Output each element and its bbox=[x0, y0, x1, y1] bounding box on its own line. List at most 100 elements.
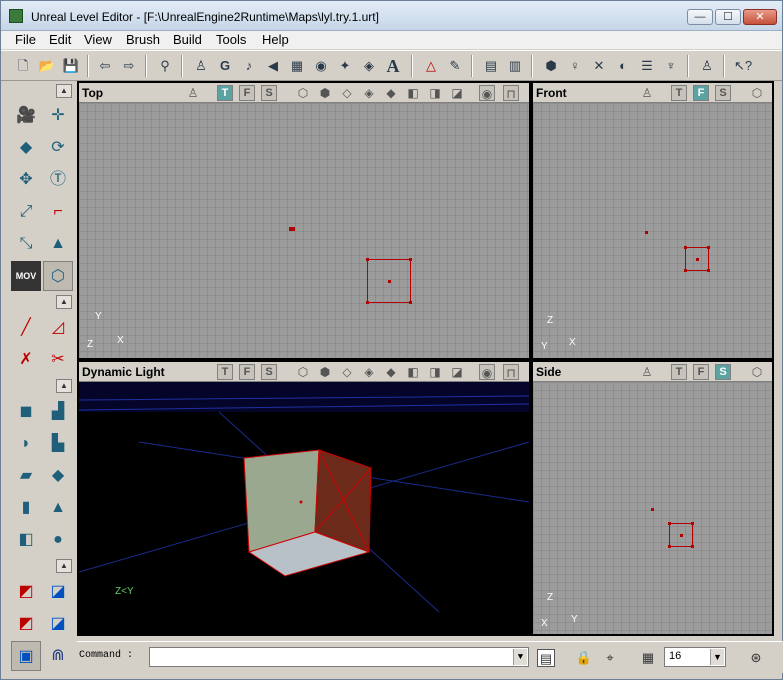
perspective-scene[interactable]: Z<Y bbox=[79, 382, 529, 634]
face-drag-icon[interactable]: ⤡ bbox=[11, 229, 41, 259]
view-side-button[interactable]: S bbox=[261, 364, 277, 380]
intersect-brush-icon[interactable]: ◩ bbox=[11, 609, 41, 639]
player-start-icon[interactable] bbox=[289, 227, 295, 231]
view-top-button[interactable]: T bbox=[671, 85, 687, 101]
collapse-icon[interactable]: ▲ bbox=[56, 379, 72, 393]
clip-flip-icon[interactable]: ✗ bbox=[11, 345, 41, 375]
maximize-button[interactable]: ☐ bbox=[715, 9, 741, 25]
view-front-button[interactable]: F bbox=[693, 85, 709, 101]
cone-icon[interactable]: ▲ bbox=[43, 493, 73, 523]
depth-icon[interactable]: ◧ bbox=[405, 85, 421, 101]
show-icon[interactable]: ◉ bbox=[479, 364, 495, 380]
spiral-stairs-icon[interactable]: ▙ bbox=[43, 429, 73, 459]
redo-icon[interactable]: ⇨ bbox=[119, 56, 139, 76]
shaded-icon[interactable]: ◆ bbox=[383, 364, 399, 380]
stairs-icon[interactable]: ▟ bbox=[43, 397, 73, 427]
clip-delete-icon[interactable]: ✂ bbox=[43, 345, 73, 375]
mesh-icon[interactable]: ◉ bbox=[311, 56, 331, 76]
viewport-side[interactable]: Side ♙ T F S ⬡ Z Y X bbox=[531, 360, 774, 636]
view-top-button[interactable]: T bbox=[217, 85, 233, 101]
open-icon[interactable]: 📂 bbox=[37, 56, 57, 76]
show-hide-icon[interactable]: ⋒ bbox=[43, 641, 73, 671]
texture-icon[interactable]: ▦ bbox=[287, 56, 307, 76]
view-side-button[interactable]: S bbox=[261, 85, 277, 101]
grid-icon[interactable]: ▦ bbox=[639, 649, 657, 667]
brush-clip-icon[interactable]: ⤢ bbox=[11, 197, 41, 227]
menu-build[interactable]: Build bbox=[173, 32, 202, 47]
close-button[interactable]: ✕ bbox=[743, 9, 777, 25]
build-paths-icon[interactable]: ▤ bbox=[481, 56, 501, 76]
clip-icon[interactable]: ╱ bbox=[11, 313, 41, 343]
chevron-down-icon[interactable]: ▼ bbox=[513, 649, 527, 665]
plane-icon[interactable]: ◆ bbox=[43, 461, 73, 491]
grid-size-select[interactable]: 16 ▼ bbox=[664, 647, 726, 667]
texture-view-icon[interactable]: ◇ bbox=[339, 364, 355, 380]
lighting-view-icon[interactable]: ◈ bbox=[361, 85, 377, 101]
camera-mode-icon[interactable]: 🎥 bbox=[11, 101, 41, 131]
select-mode-icon[interactable]: ▣ bbox=[11, 641, 41, 671]
viewport-top[interactable]: Top ♙ T F S ⬡ ⬢ ◇ ◈ ◆ ◧ ◨ ◪ ◉ ⊓ Y X Z bbox=[77, 81, 531, 360]
chevron-down-icon[interactable]: ▼ bbox=[710, 649, 724, 665]
view-side-button[interactable]: S bbox=[715, 364, 731, 380]
brush-view-icon[interactable]: ◪ bbox=[449, 85, 465, 101]
play-icon[interactable]: ♙ bbox=[697, 56, 717, 76]
minimize-button[interactable]: — bbox=[687, 9, 713, 25]
view-front-button[interactable]: F bbox=[693, 364, 709, 380]
wireframe-icon[interactable]: ⬡ bbox=[749, 364, 765, 380]
log-icon[interactable]: ▤ bbox=[537, 649, 555, 667]
texture-pan-icon[interactable]: ✥ bbox=[11, 165, 41, 195]
wireframe-icon[interactable]: ⬡ bbox=[749, 85, 765, 101]
depth-icon[interactable]: ◧ bbox=[405, 364, 421, 380]
sound-icon[interactable]: ♪ bbox=[239, 56, 259, 76]
view-top-button[interactable]: T bbox=[217, 364, 233, 380]
command-input[interactable]: ▼ bbox=[149, 647, 529, 667]
build-geometry-icon[interactable]: △ bbox=[421, 56, 441, 76]
builder-brush[interactable] bbox=[366, 258, 412, 304]
grid-area[interactable]: Y X Z bbox=[79, 103, 529, 358]
view-front-button[interactable]: F bbox=[239, 85, 255, 101]
collapse-icon[interactable]: ▲ bbox=[56, 559, 72, 573]
bulb-icon[interactable]: ♆ bbox=[661, 56, 681, 76]
wireframe-icon[interactable]: ⬡ bbox=[295, 364, 311, 380]
path-icon[interactable]: ✕ bbox=[589, 56, 609, 76]
texture-rotate-icon[interactable]: Ⓣ bbox=[43, 165, 73, 195]
wireframe-icon[interactable]: ⬡ bbox=[295, 85, 311, 101]
cube-icon[interactable]: ⬢ bbox=[541, 56, 561, 76]
grid-area[interactable]: Z Y X bbox=[533, 382, 772, 634]
view-top-button[interactable]: T bbox=[671, 364, 687, 380]
save-icon[interactable]: 💾 bbox=[61, 56, 81, 76]
polygon-icon[interactable]: ⌐ bbox=[43, 197, 73, 227]
actor-icon[interactable]: ♙ bbox=[191, 56, 211, 76]
menu-view[interactable]: View bbox=[84, 32, 112, 47]
cylinder-icon[interactable]: ▮ bbox=[11, 493, 41, 523]
builder-brush[interactable] bbox=[668, 522, 694, 548]
speaker-icon[interactable]: ◀ bbox=[263, 56, 283, 76]
player-start-icon[interactable] bbox=[645, 231, 648, 234]
viewport-menu-icon[interactable]: ⊓ bbox=[503, 364, 519, 380]
cube-builder-icon[interactable]: ◼ bbox=[11, 397, 41, 427]
rotate-icon[interactable]: ⟳ bbox=[43, 133, 73, 163]
search-icon[interactable]: ⚲ bbox=[155, 56, 175, 76]
viewport-menu-icon[interactable]: ⊓ bbox=[503, 85, 519, 101]
deintersect-brush-icon[interactable]: ◪ bbox=[43, 609, 73, 639]
shaded-icon[interactable]: ◆ bbox=[383, 85, 399, 101]
zone-icon[interactable]: ⬢ bbox=[317, 364, 333, 380]
viewport-perspective[interactable]: Dynamic Light T F S ⬡ ⬢ ◇ ◈ ◆ ◧ ◨ ◪ ◉ ⊓ bbox=[77, 360, 531, 636]
font-icon[interactable]: A bbox=[383, 56, 403, 76]
view-side-button[interactable]: S bbox=[715, 85, 731, 101]
new-icon[interactable]: 🗋 bbox=[13, 56, 33, 76]
geometry-icon[interactable]: ⬡ bbox=[43, 261, 73, 291]
grid-area[interactable]: Z X Y bbox=[533, 103, 772, 358]
camera-pin-icon[interactable]: ♙ bbox=[639, 364, 655, 380]
undo-icon[interactable]: ⇦ bbox=[95, 56, 115, 76]
menu-brush[interactable]: Brush bbox=[126, 32, 160, 47]
player-start-icon[interactable] bbox=[651, 508, 654, 511]
curved-stairs-icon[interactable]: ◗ bbox=[11, 429, 41, 459]
snap-icon[interactable]: ⌖ bbox=[601, 649, 619, 667]
terrain-icon[interactable]: ▲ bbox=[43, 229, 73, 259]
matinee-icon[interactable]: MOV bbox=[11, 261, 41, 291]
collapse-icon[interactable]: ▲ bbox=[56, 295, 72, 309]
camera-pin-icon[interactable]: ♙ bbox=[639, 85, 655, 101]
brush-view-icon[interactable]: ◪ bbox=[449, 364, 465, 380]
clip-split-icon[interactable]: ◿ bbox=[43, 313, 73, 343]
